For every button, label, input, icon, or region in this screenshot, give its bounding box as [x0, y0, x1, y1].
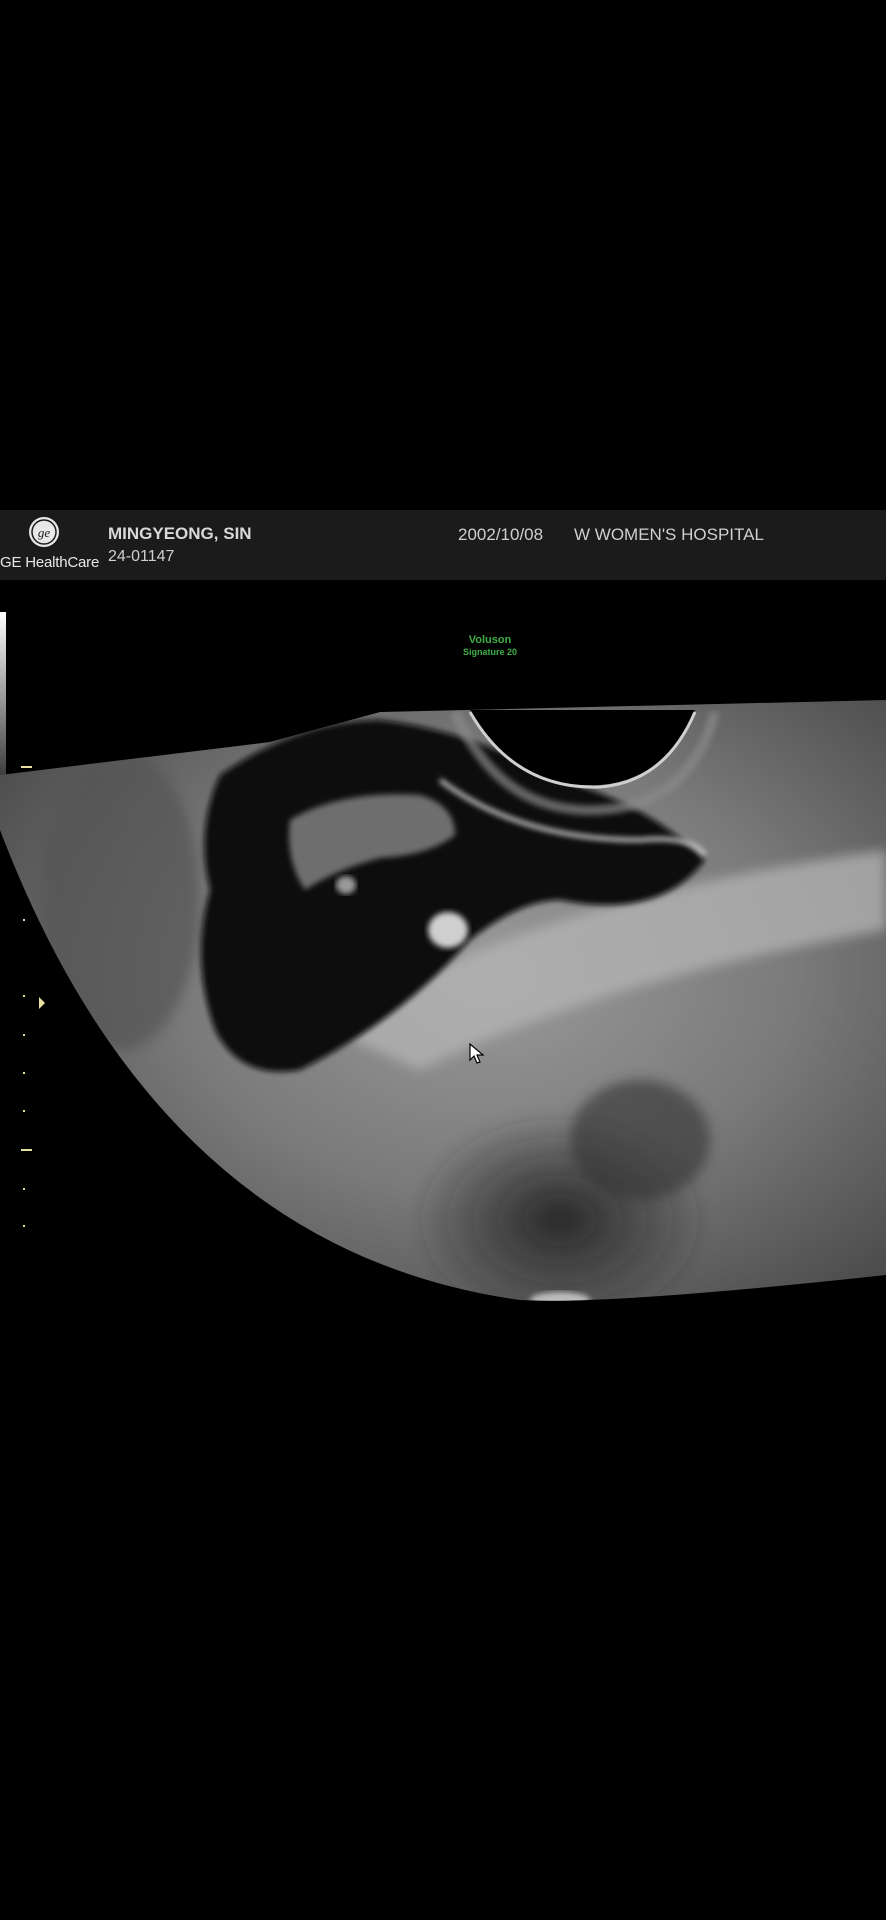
hospital-name: W WOMEN'S HOSPITAL [574, 525, 764, 544]
exam-date: 2002/10/08 [458, 525, 544, 544]
patient-header-bar: ge GE HealthCare MINGYEONG, SIN 24-01147… [0, 510, 886, 580]
mouse-pointer-icon [469, 1043, 485, 1064]
patient-id: 24-01147 [108, 548, 175, 565]
ultrasound-image [0, 700, 886, 1301]
patient-name: MINGYEONG, SIN [108, 524, 252, 543]
